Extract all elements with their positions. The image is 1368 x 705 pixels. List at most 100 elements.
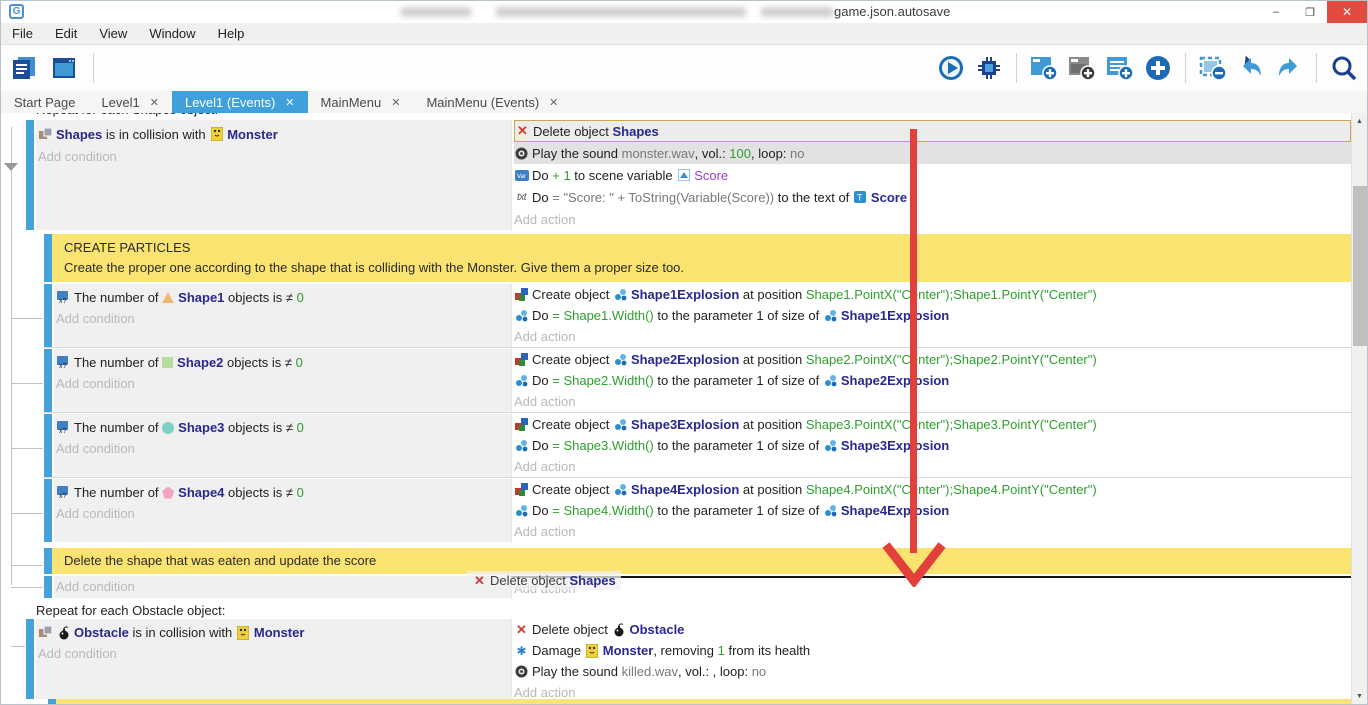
add-action[interactable]: Add action [514, 208, 1351, 230]
action-play-sound[interactable]: Play the sound killed.wav, vol.: , loop:… [514, 661, 1351, 682]
event-shape2-particles[interactable]: x?The number of Shape2 objects is ≠ 0 Ad… [1, 349, 1351, 412]
redo-icon[interactable] [1274, 53, 1304, 83]
action-delete-obstacle[interactable]: ✕Delete object Obstacle [514, 619, 1351, 640]
action-set-size[interactable]: Do = Shape3.Width() to the parameter 1 o… [514, 435, 1351, 456]
conditions-cell[interactable]: x?The number of Shape3 objects is ≠ 0 Ad… [54, 414, 511, 477]
collapse-expander-icon[interactable] [4, 163, 18, 171]
event-bar[interactable] [44, 414, 52, 477]
action-set-size[interactable]: Do = Shape4.Width() to the parameter 1 o… [514, 500, 1351, 521]
event-bar[interactable] [44, 576, 52, 598]
event-empty-drop-target[interactable]: Add condition Add action [1, 576, 1351, 598]
actions-cell[interactable]: ✕Delete object Obstacle ✱Damage Monster,… [511, 619, 1351, 699]
vertical-scrollbar[interactable]: ▲ ▼ [1351, 113, 1367, 704]
event-bar[interactable] [26, 120, 34, 230]
actions-cell[interactable]: Create object Shape2Explosion at positio… [511, 349, 1351, 412]
undo-icon[interactable] [1236, 53, 1266, 83]
event-shape1-particles[interactable]: x?The number of Shape1 objects is ≠ 0 Ad… [1, 284, 1351, 347]
scroll-down-button[interactable]: ▼ [1352, 688, 1367, 704]
tab-level1[interactable]: Level1✕ [88, 91, 172, 113]
menu-file[interactable]: File [1, 26, 44, 41]
event-bar[interactable] [44, 479, 52, 542]
add-condition[interactable]: Add condition [38, 145, 511, 167]
conditions-cell[interactable]: Add condition [54, 576, 511, 598]
tab-close-icon[interactable]: ✕ [150, 96, 159, 109]
conditions-cell[interactable]: x?The number of Shape4 objects is ≠ 0 Ad… [54, 479, 511, 542]
condition-row[interactable]: x?The number of Shape3 objects is ≠ 0 [56, 417, 511, 438]
conditions-cell[interactable]: Obstacle is in collision with Monster Ad… [36, 619, 511, 699]
conditions-cell[interactable]: x?The number of Shape2 objects is ≠ 0 Ad… [54, 349, 511, 412]
actions-cell[interactable]: ✕Delete object Shapes Play the sound mon… [511, 120, 1351, 230]
project-manager-icon[interactable] [9, 53, 39, 83]
debug-icon[interactable] [974, 53, 1004, 83]
add-condition[interactable]: Add condition [56, 503, 511, 524]
add-comment-icon[interactable] [1105, 53, 1135, 83]
actions-cell[interactable]: Create object Shape4Explosion at positio… [511, 479, 1351, 542]
add-action[interactable]: Add action [514, 456, 1351, 477]
conditions-cell[interactable]: Shapes is in collision with Monster Add … [36, 120, 511, 230]
action-create-object[interactable]: Create object Shape1Explosion at positio… [514, 284, 1351, 305]
condition-row[interactable]: x?The number of Shape4 objects is ≠ 0 [56, 482, 511, 503]
tab-mainmenu[interactable]: MainMenu✕ [308, 91, 414, 113]
condition-row[interactable]: x?The number of Shape2 objects is ≠ 0 [56, 352, 511, 373]
event-bar[interactable] [44, 349, 52, 412]
action-scene-variable[interactable]: VarDo + 1 to scene variable Score [514, 164, 1351, 186]
scroll-up-button[interactable]: ▲ [1352, 113, 1367, 129]
play-icon[interactable] [936, 53, 966, 83]
action-set-size[interactable]: Do = Shape2.Width() to the parameter 1 o… [514, 370, 1351, 391]
add-action[interactable]: Add action [514, 391, 1351, 412]
tab-close-icon[interactable]: ✕ [391, 96, 400, 109]
condition-row[interactable]: Shapes is in collision with Monster [38, 123, 511, 145]
action-play-sound[interactable]: Play the sound monster.wav, vol.: 100, l… [514, 142, 1351, 164]
condition-row[interactable]: x?The number of Shape1 objects is ≠ 0 [56, 287, 511, 308]
add-condition[interactable]: Add condition [56, 576, 511, 597]
comment-create-particles[interactable]: CREATE PARTICLES Create the proper one a… [1, 234, 1351, 282]
menu-view[interactable]: View [88, 26, 138, 41]
tab-level1-events[interactable]: Level1 (Events)✕ [172, 91, 308, 113]
remove-event-icon[interactable] [1198, 53, 1228, 83]
add-action[interactable]: Add action [514, 521, 1351, 542]
event-bar[interactable] [44, 548, 52, 574]
add-condition[interactable]: Add condition [56, 373, 511, 394]
add-subevent-icon[interactable] [1067, 53, 1097, 83]
close-button[interactable]: ✕ [1327, 1, 1367, 23]
comment-body[interactable]: Delete the shape that was eaten and upda… [52, 548, 1351, 574]
menu-help[interactable]: Help [207, 26, 256, 41]
action-create-object[interactable]: Create object Shape2Explosion at positio… [514, 349, 1351, 370]
add-circle-icon[interactable] [1143, 53, 1173, 83]
event-shape3-particles[interactable]: x?The number of Shape3 objects is ≠ 0 Ad… [1, 414, 1351, 477]
comment-delete-shape[interactable]: Delete the shape that was eaten and upda… [1, 548, 1351, 574]
action-create-object[interactable]: Create object Shape4Explosion at positio… [514, 479, 1351, 500]
tab-start-page[interactable]: Start Page [1, 91, 88, 113]
menu-window[interactable]: Window [138, 26, 206, 41]
search-icon[interactable] [1329, 53, 1359, 83]
comment-body[interactable]: CREATE PARTICLES Create the proper one a… [52, 234, 1351, 282]
menu-edit[interactable]: Edit [44, 26, 88, 41]
event-obstacle-repeat[interactable]: Repeat for each Obstacle object: Obstacl… [1, 601, 1351, 699]
scene-window-icon[interactable] [49, 53, 79, 83]
tab-close-icon[interactable]: ✕ [285, 96, 294, 109]
add-event-icon[interactable] [1029, 53, 1059, 83]
action-set-text[interactable]: txtDo = "Score: " + ToString(Variable(Sc… [514, 186, 1351, 208]
maximize-button[interactable]: ❐ [1293, 1, 1327, 23]
action-create-object[interactable]: Create object Shape3Explosion at positio… [514, 414, 1351, 435]
add-condition[interactable]: Add condition [38, 643, 511, 664]
tab-close-icon[interactable]: ✕ [549, 96, 558, 109]
event-shapes-collision[interactable]: Shapes is in collision with Monster Add … [1, 120, 1351, 230]
add-action[interactable]: Add action [514, 682, 1351, 699]
conditions-cell[interactable]: x?The number of Shape1 objects is ≠ 0 Ad… [54, 284, 511, 347]
event-shape4-particles[interactable]: x?The number of Shape4 objects is ≠ 0 Ad… [1, 479, 1351, 542]
minimize-button[interactable]: – [1259, 1, 1293, 23]
action-damage-monster[interactable]: ✱Damage Monster, removing 1 from its hea… [514, 640, 1351, 661]
event-bar[interactable] [44, 234, 52, 282]
scrollbar-thumb[interactable] [1353, 186, 1367, 346]
tab-mainmenu-events[interactable]: MainMenu (Events)✕ [413, 91, 571, 113]
action-delete-shapes[interactable]: ✕Delete object Shapes [514, 120, 1351, 142]
event-bar[interactable] [26, 619, 34, 699]
add-condition[interactable]: Add condition [56, 438, 511, 459]
action-set-size[interactable]: Do = Shape1.Width() to the parameter 1 o… [514, 305, 1351, 326]
add-condition[interactable]: Add condition [56, 308, 511, 329]
actions-cell[interactable]: Create object Shape3Explosion at positio… [511, 414, 1351, 477]
actions-cell[interactable]: Create object Shape1Explosion at positio… [511, 284, 1351, 347]
add-action[interactable]: Add action [514, 326, 1351, 347]
event-bar[interactable] [44, 284, 52, 347]
